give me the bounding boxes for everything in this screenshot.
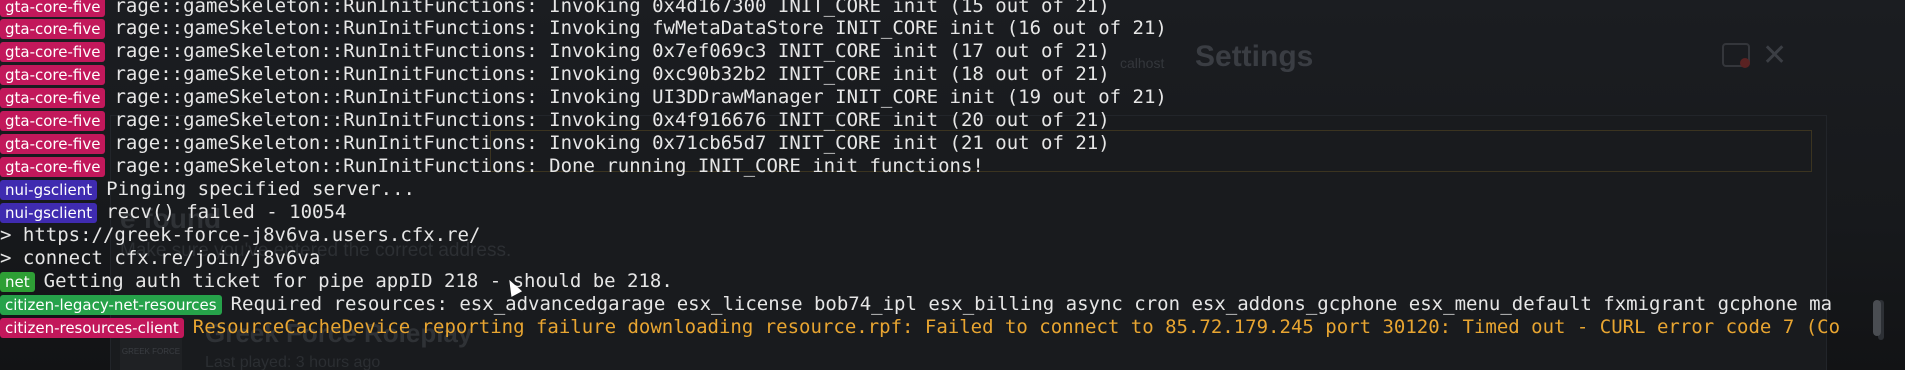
console-message: rage::gameSkeleton::RunInitFunctions: In… bbox=[114, 109, 1110, 131]
console-message: Required resources: esx_advancedgarage e… bbox=[230, 293, 1833, 315]
console-message: Pinging specified server... bbox=[106, 178, 415, 200]
console-command: > connect cfx.re/join/j8v6va bbox=[0, 247, 321, 269]
console-line: gta-core-five rage::gameSkeleton::RunInit… bbox=[0, 0, 1110, 18]
console-message: rage::gameSkeleton::RunInitFunctions: In… bbox=[114, 132, 1110, 154]
console-line: gta-core-five rage::gameSkeleton::RunInit… bbox=[0, 17, 1167, 40]
channel-tag: citizen-legacy-net-resources bbox=[0, 294, 222, 315]
console-line: gta-core-five rage::gameSkeleton::RunInit… bbox=[0, 132, 1110, 155]
console-overlay: gta-core-fiverage::gameSkeleton::RunInit… bbox=[0, 0, 1905, 370]
console-message: rage::gameSkeleton::RunInitFunctions: Do… bbox=[114, 155, 984, 177]
console-message: rage::gameSkeleton::RunInitFunctions: In… bbox=[114, 0, 1110, 17]
console-line: citizen-legacy-net-resources Required res… bbox=[0, 293, 1832, 316]
console-command: > https://greek-force-j8v6va.users.cfx.r… bbox=[0, 224, 481, 246]
console-line: gta-core-five rage::gameSkeleton::RunInit… bbox=[0, 86, 1167, 109]
channel-tag: nui-gsclient bbox=[0, 179, 98, 200]
channel-tag: gta-core-five bbox=[0, 0, 106, 17]
console-message: ResourceCacheDevice reporting failure do… bbox=[192, 316, 1841, 338]
channel-tag: gta-core-five bbox=[0, 156, 106, 177]
console-message: rage::gameSkeleton::RunInitFunctions: In… bbox=[114, 86, 1167, 108]
console-line: > connect cfx.re/join/j8v6va bbox=[0, 247, 320, 270]
channel-tag: net bbox=[0, 271, 35, 292]
console-message: rage::gameSkeleton::RunInitFunctions: In… bbox=[114, 17, 1167, 39]
console-line: nui-gsclient recv() failed - 10054 bbox=[0, 201, 346, 224]
console-message: rage::gameSkeleton::RunInitFunctions: In… bbox=[114, 63, 1110, 85]
console-scrollbar[interactable] bbox=[1873, 300, 1881, 336]
channel-tag: gta-core-five bbox=[0, 87, 106, 108]
console-line: nui-gsclient Pinging specified server... bbox=[0, 178, 415, 201]
console-message: rage::gameSkeleton::RunInitFunctions: In… bbox=[114, 40, 1110, 62]
console-line: gta-core-five rage::gameSkeleton::RunInit… bbox=[0, 40, 1110, 63]
channel-tag: gta-core-five bbox=[0, 41, 106, 62]
console-line: citizen-resources-client ResourceCacheDev… bbox=[0, 316, 1840, 339]
console-line: gta-core-five rage::gameSkeleton::RunInit… bbox=[0, 155, 984, 178]
channel-tag: gta-core-five bbox=[0, 110, 106, 131]
console-line: net Getting auth ticket for pipe appID 21… bbox=[0, 270, 673, 293]
channel-tag: gta-core-five bbox=[0, 133, 106, 154]
channel-tag: gta-core-five bbox=[0, 64, 106, 85]
channel-tag: citizen-resources-client bbox=[0, 317, 184, 338]
channel-tag: gta-core-five bbox=[0, 18, 106, 39]
console-line: > https://greek-force-j8v6va.users.cfx.r… bbox=[0, 224, 480, 247]
console-message: recv() failed - 10054 bbox=[106, 201, 347, 223]
channel-tag: nui-gsclient bbox=[0, 202, 98, 223]
console-line: gta-core-five rage::gameSkeleton::RunInit… bbox=[0, 109, 1110, 132]
console-line: gta-core-five rage::gameSkeleton::RunInit… bbox=[0, 63, 1110, 86]
console-message: Getting auth ticket for pipe appID 218 -… bbox=[43, 270, 673, 292]
